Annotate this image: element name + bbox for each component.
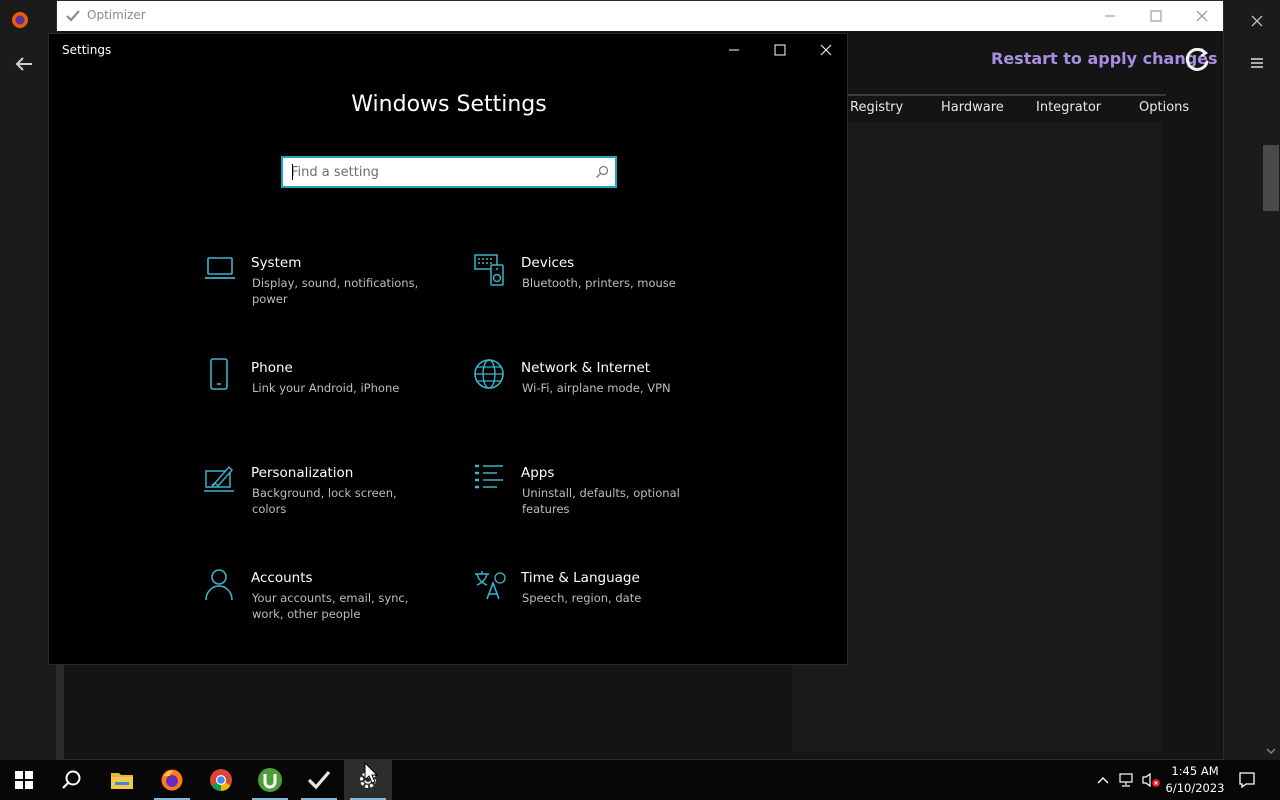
scrollbar-thumb[interactable] [1263, 145, 1279, 211]
tile-title: Apps [521, 465, 555, 481]
tile-description: Wi-Fi, airplane mode, VPN [522, 381, 671, 395]
tile-title: Network & Internet [521, 360, 651, 376]
taskbar-utorrent[interactable] [246, 760, 294, 800]
text-caret [292, 164, 293, 180]
back-arrow-icon[interactable] [12, 52, 36, 76]
settings-minimize-button[interactable] [711, 36, 757, 64]
tile-title: Time & Language [521, 570, 640, 586]
maximize-button[interactable] [1133, 1, 1179, 31]
hamburger-menu-icon[interactable] [1246, 52, 1268, 74]
search-icon [62, 770, 81, 789]
utorrent-icon [258, 768, 282, 792]
settings-tile-time-language[interactable]: Time & Language Speech, region, date [473, 568, 713, 644]
clock-date: 6/10/2023 [1165, 781, 1225, 795]
tile-title: Phone [251, 360, 293, 376]
devices-icon [474, 254, 504, 286]
checkmark-icon [307, 770, 331, 790]
laptop-icon [205, 257, 235, 279]
settings-maximize-button[interactable] [757, 36, 803, 64]
settings-window: Settings Windows Settings System Display… [48, 33, 848, 665]
start-button[interactable] [0, 760, 48, 800]
time-language-icon [475, 571, 506, 600]
network-icon[interactable] [1118, 772, 1136, 788]
tab-integrator[interactable]: Integrator [1036, 100, 1101, 115]
settings-tile-phone[interactable]: Phone Link your Android, iPhone [203, 358, 443, 434]
settings-tile-accounts[interactable]: Accounts Your accounts, email, sync, wor… [203, 568, 443, 644]
tile-description: Your accounts, email, sync, work, other … [252, 591, 409, 621]
search-icon[interactable] [595, 165, 609, 179]
settings-tile-network[interactable]: Network & Internet Wi-Fi, airplane mode,… [473, 358, 713, 434]
maximize-icon [1150, 10, 1162, 22]
tile-title: Accounts [251, 570, 313, 586]
taskbar [0, 760, 1280, 800]
firefox-icon[interactable] [10, 10, 30, 30]
tile-title: System [251, 255, 302, 271]
tile-description: Bluetooth, printers, mouse [522, 276, 676, 290]
scroll-down-icon[interactable] [1266, 746, 1276, 756]
tab-options[interactable]: Options [1139, 100, 1189, 115]
tile-title: Devices [521, 255, 575, 271]
minimize-button[interactable] [1087, 1, 1133, 31]
settings-tile-apps[interactable]: Apps Uninstall, defaults, optional featu… [473, 463, 713, 539]
window-edge [56, 664, 64, 760]
phone-icon [210, 358, 228, 390]
tile-description: Speech, region, date [522, 591, 642, 605]
settings-tile-system[interactable]: System Display, sound, notifications, po… [203, 253, 443, 329]
close-icon [1196, 10, 1208, 22]
close-icon[interactable] [1246, 10, 1268, 32]
person-icon [205, 569, 233, 601]
taskbar-optimizer[interactable] [295, 760, 343, 800]
search-input[interactable] [291, 161, 581, 183]
close-icon [820, 44, 832, 56]
search-box[interactable] [281, 156, 617, 188]
tile-description: Link your Android, iPhone [252, 381, 400, 395]
minimize-icon [1105, 15, 1115, 17]
taskbar-file-explorer[interactable] [98, 760, 146, 800]
tab-registry[interactable]: Registry [850, 100, 903, 115]
settings-close-button[interactable] [803, 36, 849, 64]
tile-description: Display, sound, notifications, power [252, 276, 419, 306]
tile-title: Personalization [251, 465, 354, 481]
taskbar-search-button[interactable] [48, 760, 96, 800]
checkmark-icon [66, 10, 80, 22]
settings-tile-devices[interactable]: Devices Bluetooth, printers, mouse [473, 253, 713, 329]
personalization-icon [204, 465, 234, 492]
tile-description: Uninstall, defaults, optional features [522, 486, 680, 516]
chrome-icon [210, 769, 232, 791]
clock-time: 1:45 AM [1171, 764, 1219, 778]
settings-title: Settings [62, 43, 112, 57]
close-button[interactable] [1179, 1, 1225, 31]
apps-list-icon [475, 464, 503, 489]
optimizer-title: Optimizer [87, 8, 146, 22]
optimizer-titlebar[interactable]: Optimizer [57, 1, 1223, 31]
firefox-icon [161, 769, 183, 791]
taskbar-firefox[interactable] [148, 760, 196, 800]
minimize-icon [729, 49, 739, 51]
tab-hardware[interactable]: Hardware [941, 100, 1004, 115]
chevron-up-icon[interactable] [1096, 774, 1110, 786]
globe-icon [474, 359, 504, 389]
windows-logo-icon [15, 771, 33, 789]
maximize-icon [774, 44, 786, 56]
notifications-icon[interactable] [1238, 771, 1256, 789]
tile-description: Background, lock screen, colors [252, 486, 397, 516]
settings-tile-personalization[interactable]: Personalization Background, lock screen,… [203, 463, 443, 539]
folder-icon [111, 773, 133, 789]
refresh-icon[interactable] [1183, 45, 1213, 75]
taskbar-clock[interactable]: 1:45 AM 6/10/2023 [1162, 763, 1228, 797]
taskbar-chrome[interactable] [197, 760, 245, 800]
mouse-cursor-icon [364, 762, 378, 784]
volume-muted-icon[interactable] [1141, 772, 1161, 788]
page-title: Windows Settings [351, 92, 547, 117]
